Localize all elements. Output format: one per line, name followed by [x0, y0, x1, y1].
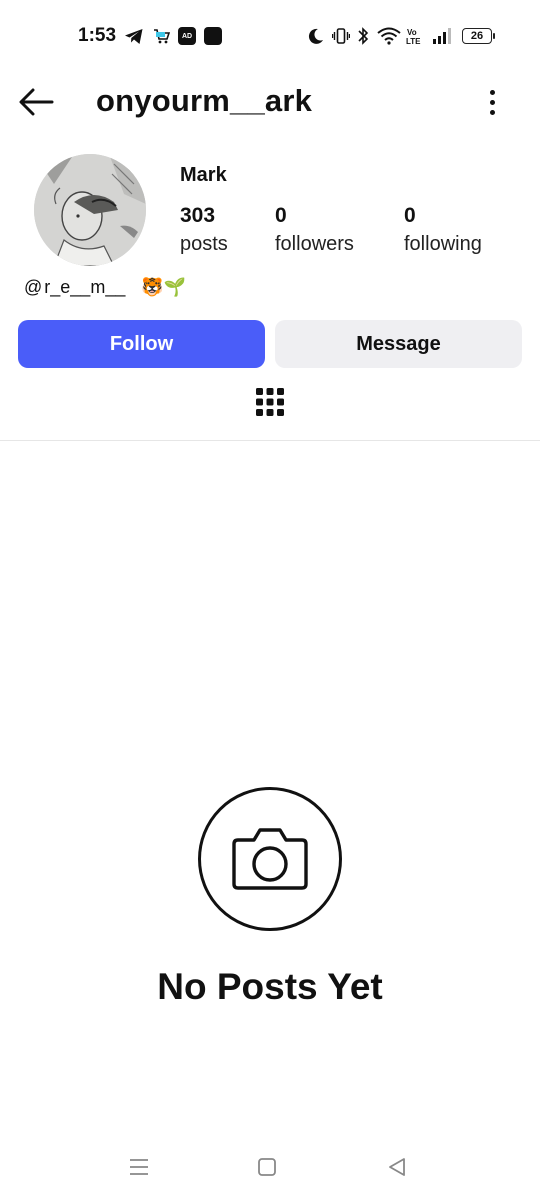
signal-icon [433, 28, 451, 44]
more-dot-icon [489, 99, 495, 105]
bluetooth-icon [358, 27, 369, 45]
stat-posts[interactable]: 303 posts [180, 203, 228, 259]
avatar-sketch-image [34, 154, 146, 266]
back-triangle-icon [389, 1158, 405, 1176]
telegram-icon [125, 29, 143, 44]
stat-posts-count: 303 [180, 204, 216, 227]
stat-following[interactable]: 0 following [404, 203, 482, 259]
message-button[interactable]: Message [275, 320, 522, 368]
volte-icon: Vo LTE [406, 28, 421, 45]
stat-following-label: following [404, 233, 482, 255]
svg-text:AD: AD [182, 33, 192, 40]
tab-divider [0, 440, 540, 441]
app-icon [204, 27, 222, 45]
profile-avatar[interactable] [34, 154, 146, 266]
camera-circle [198, 787, 342, 931]
menu-icon [130, 1159, 148, 1175]
svg-text:Vo: Vo [407, 28, 417, 37]
stat-followers-count: 0 [275, 204, 287, 227]
svg-text:LTE: LTE [406, 37, 421, 45]
threads-icon: @ [24, 277, 43, 297]
status-time: 1:53 [78, 25, 117, 46]
camera-icon [232, 828, 308, 890]
empty-state-title: No Posts Yet [157, 966, 383, 1007]
battery-icon: 26 [462, 28, 495, 44]
profile-username: onyourm__ark [96, 83, 313, 118]
home-square-icon [258, 1158, 276, 1176]
back-button[interactable] [16, 86, 56, 118]
stat-followers[interactable]: 0 followers [275, 203, 354, 259]
stat-posts-label: posts [180, 233, 228, 255]
profile-display-name: Mark [180, 164, 227, 186]
more-dot-icon [489, 89, 495, 95]
wifi-icon [377, 27, 401, 45]
bio-handle: r_e__m__ [44, 277, 126, 297]
shopping-app-icon [154, 29, 170, 44]
stat-followers-label: followers [275, 233, 354, 255]
ad-app-icon: AD [178, 27, 196, 45]
vibrate-icon [332, 28, 350, 44]
stat-following-count: 0 [404, 204, 416, 227]
posts-grid-tab[interactable] [255, 386, 285, 422]
bio-emojis: 🐯🌱 [141, 277, 187, 297]
nav-menu-button[interactable] [124, 1154, 154, 1180]
follow-button[interactable]: Follow [18, 320, 265, 368]
more-dot-icon [489, 109, 495, 115]
threads-link[interactable]: @ r_e__m__ 🐯🌱 [24, 277, 186, 298]
more-options-button[interactable] [478, 86, 506, 118]
back-arrow-icon [19, 88, 54, 116]
grid-icon [256, 388, 284, 416]
moon-icon [308, 28, 323, 44]
nav-back-button[interactable] [382, 1154, 412, 1180]
nav-home-button[interactable] [252, 1154, 282, 1180]
status-bar: 1:53 AD Vo LTE 26 [0, 0, 540, 72]
